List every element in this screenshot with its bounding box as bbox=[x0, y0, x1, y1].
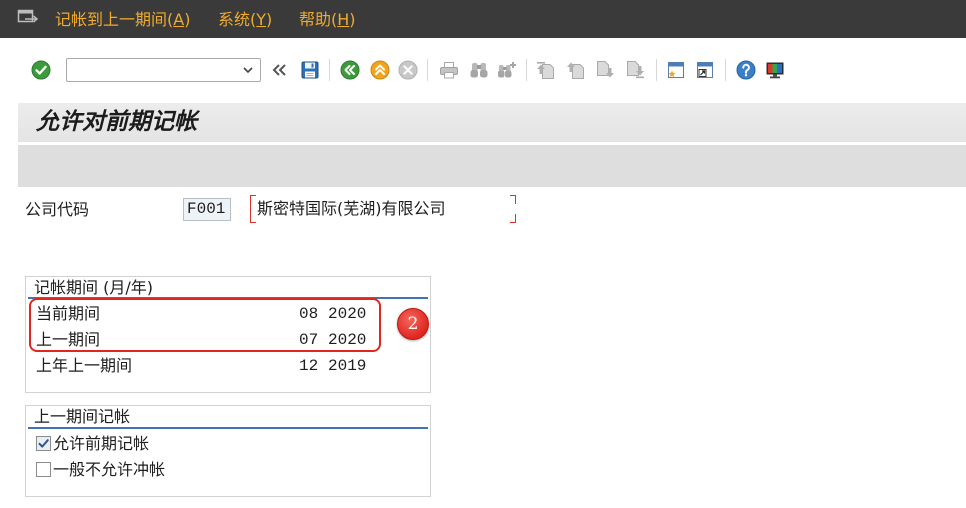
menu-item-text: 记帐到上一期间( bbox=[55, 10, 174, 29]
annotation-highlight bbox=[29, 298, 381, 352]
save-icon[interactable] bbox=[300, 60, 320, 80]
company-name: 斯密特国际(芜湖)有限公司 bbox=[257, 199, 446, 218]
create-session-icon[interactable] bbox=[666, 60, 686, 80]
toolbar-separator bbox=[329, 59, 330, 81]
group-title-underline bbox=[28, 427, 428, 429]
sap-menu-icon[interactable] bbox=[17, 8, 39, 28]
toolbar-separator bbox=[656, 59, 657, 81]
menu-item-mnemonic: Y bbox=[256, 10, 267, 29]
system-toolbar bbox=[0, 38, 966, 100]
menu-item-tail: ) bbox=[349, 10, 356, 29]
chevron-down-icon[interactable] bbox=[242, 64, 254, 76]
print-icon[interactable] bbox=[439, 60, 459, 80]
last-page-icon[interactable] bbox=[625, 60, 645, 80]
period-month: 12 bbox=[299, 357, 319, 375]
title-bar: 允许对前期记帐 bbox=[18, 103, 966, 142]
period-row-previous-year: 上年上一期间 12 2019 bbox=[26, 354, 430, 378]
group-box-prior-period-posting: 上一期间记帐 允许前期记帐 一般不允许冲帐 bbox=[25, 405, 431, 497]
menu-item-text: 系统( bbox=[218, 10, 257, 29]
menu-item-help[interactable]: 帮助(H) bbox=[299, 9, 356, 31]
group-title: 记帐期间 (月/年) bbox=[34, 278, 153, 297]
checkmark-icon bbox=[38, 439, 49, 448]
first-page-icon[interactable] bbox=[536, 60, 556, 80]
group-title: 上一期间记帐 bbox=[34, 407, 131, 426]
checkbox-label[interactable]: 一般不允许冲帐 bbox=[53, 458, 165, 482]
command-field[interactable] bbox=[66, 58, 261, 82]
next-page-icon[interactable] bbox=[595, 60, 615, 80]
focus-corner bbox=[250, 209, 256, 223]
cancel-icon[interactable] bbox=[398, 60, 418, 80]
focus-corner bbox=[510, 195, 516, 204]
find-icon[interactable] bbox=[469, 60, 489, 80]
focus-corner bbox=[250, 195, 256, 209]
menu-item-mnemonic: H bbox=[337, 10, 350, 29]
period-year: 2019 bbox=[328, 357, 367, 375]
checkbox-row-allow-prior-posting[interactable]: 允许前期记帐 bbox=[26, 432, 430, 456]
customize-layout-icon[interactable] bbox=[765, 60, 785, 80]
collapse-command-field-icon[interactable] bbox=[270, 60, 290, 80]
company-name-field: 斯密特国际(芜湖)有限公司 bbox=[250, 195, 516, 223]
toolbar-separator bbox=[526, 59, 527, 81]
menu-item-tail: ) bbox=[266, 10, 273, 29]
menu-item-post-to-previous-period[interactable]: 记帐到上一期间(A) bbox=[55, 9, 190, 31]
find-next-icon[interactable] bbox=[497, 60, 517, 80]
period-label: 上年上一期间 bbox=[36, 356, 133, 375]
annotation-badge: 2 bbox=[397, 308, 429, 340]
exit-icon[interactable] bbox=[370, 60, 390, 80]
back-icon[interactable] bbox=[340, 60, 360, 80]
shortcut-icon[interactable] bbox=[695, 60, 715, 80]
application-toolbar bbox=[18, 145, 966, 187]
no-reversal-checkbox[interactable] bbox=[36, 462, 51, 477]
page-title: 允许对前期记帐 bbox=[36, 109, 197, 135]
company-code-label: 公司代码 bbox=[25, 200, 90, 219]
allow-prior-posting-checkbox[interactable] bbox=[36, 436, 51, 451]
focus-corner bbox=[510, 214, 516, 223]
previous-page-icon[interactable] bbox=[566, 60, 586, 80]
command-input[interactable] bbox=[68, 60, 236, 80]
checkbox-row-no-reversal[interactable]: 一般不允许冲帐 bbox=[26, 458, 430, 482]
menu-bar: 记帐到上一期间(A) 系统(Y) 帮助(H) bbox=[0, 0, 966, 38]
toolbar-separator bbox=[427, 59, 428, 81]
menu-item-tail: ) bbox=[184, 10, 191, 29]
menu-item-text: 帮助( bbox=[299, 10, 338, 29]
menu-item-system[interactable]: 系统(Y) bbox=[218, 9, 272, 31]
enter-icon[interactable] bbox=[31, 60, 51, 80]
checkbox-label[interactable]: 允许前期记帐 bbox=[53, 432, 149, 456]
menu-item-mnemonic: A bbox=[173, 10, 185, 29]
toolbar-separator bbox=[725, 59, 726, 81]
help-icon[interactable] bbox=[736, 60, 756, 80]
company-code-field: F001 bbox=[183, 198, 231, 221]
